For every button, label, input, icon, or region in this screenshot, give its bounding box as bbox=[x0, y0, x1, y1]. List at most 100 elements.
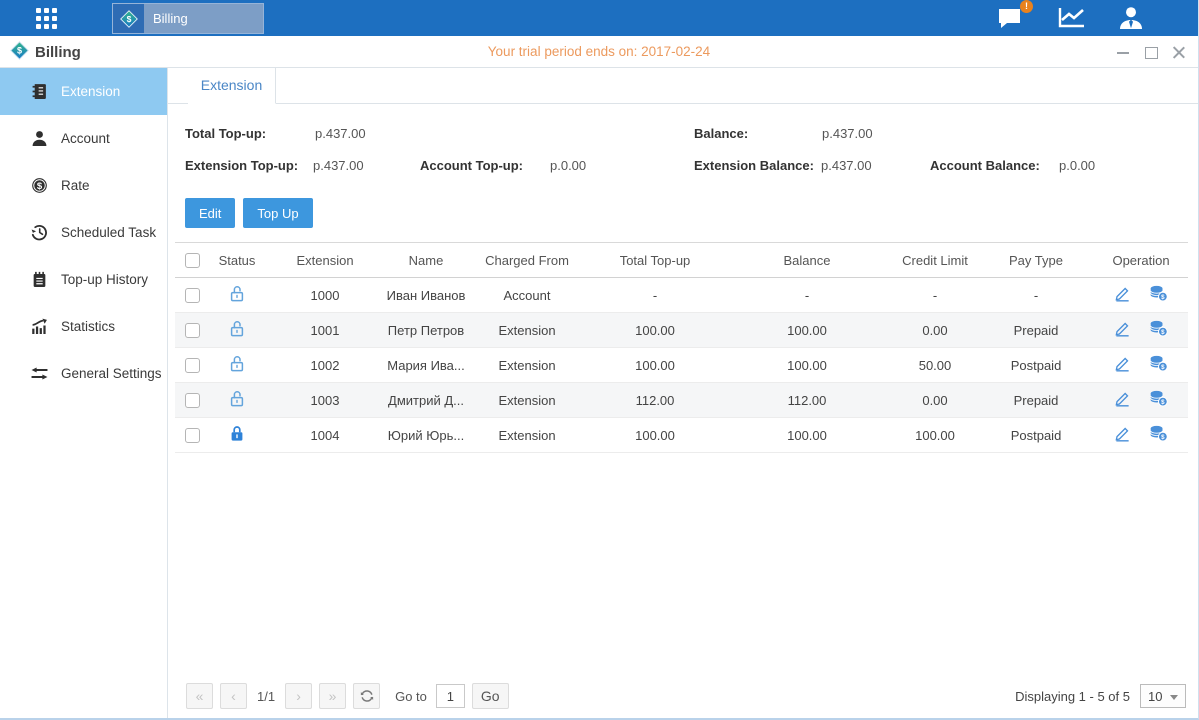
cell-name: Иван Иванов bbox=[386, 278, 466, 313]
row-checkbox[interactable] bbox=[185, 428, 200, 443]
taskbar-billing-tab[interactable]: $ Billing bbox=[112, 3, 264, 34]
select-all-checkbox[interactable] bbox=[185, 253, 200, 268]
cell-charged-from: Extension bbox=[466, 348, 588, 383]
cell-name: Петр Петров bbox=[386, 313, 466, 348]
goto-page-input[interactable] bbox=[436, 684, 465, 708]
lock-status-icon[interactable] bbox=[229, 320, 245, 337]
edit-row-icon[interactable] bbox=[1114, 425, 1131, 445]
cell-pay-type: Prepaid bbox=[978, 383, 1094, 418]
scheduled-task-icon bbox=[31, 224, 48, 241]
statistics-icon bbox=[31, 318, 48, 335]
edit-row-icon[interactable] bbox=[1114, 285, 1131, 305]
reports-icon[interactable] bbox=[1055, 4, 1089, 32]
top-up-row-icon[interactable]: $ bbox=[1149, 320, 1168, 340]
pagination-bar: « ‹ 1/1 › » Go to Go Displaying 1 - 5 of… bbox=[186, 682, 1186, 710]
apps-grid-icon[interactable] bbox=[36, 8, 66, 29]
prev-page-button[interactable]: ‹ bbox=[220, 683, 247, 709]
cell-credit-limit: - bbox=[892, 278, 978, 313]
top-up-row-icon[interactable]: $ bbox=[1149, 390, 1168, 410]
minimize-button[interactable] bbox=[1116, 45, 1130, 59]
trial-notice: Your trial period ends on: 2017-02-24 bbox=[0, 36, 1198, 68]
edit-button[interactable]: Edit bbox=[185, 198, 235, 228]
row-checkbox[interactable] bbox=[185, 323, 200, 338]
cell-credit-limit: 0.00 bbox=[892, 313, 978, 348]
first-page-button[interactable]: « bbox=[186, 683, 213, 709]
sidebar-item-account[interactable]: Account bbox=[0, 115, 167, 162]
sidebar-item-label: Statistics bbox=[61, 319, 115, 334]
row-checkbox[interactable] bbox=[185, 288, 200, 303]
sidebar-item-statistics[interactable]: Statistics bbox=[0, 303, 167, 350]
svg-text:$: $ bbox=[37, 181, 43, 192]
top-up-button[interactable]: Top Up bbox=[243, 198, 312, 228]
col-status: Status bbox=[210, 243, 264, 278]
cell-charged-from: Account bbox=[466, 278, 588, 313]
top-up-row-icon[interactable]: $ bbox=[1149, 425, 1168, 445]
svg-text:$: $ bbox=[1161, 399, 1165, 406]
table-row: 1003 Дмитрий Д... Extension 112.00 112.0… bbox=[175, 383, 1188, 418]
cell-extension: 1002 bbox=[264, 348, 386, 383]
account-topup-label: Account Top-up: bbox=[420, 158, 523, 173]
window-titlebar: $ Billing Your trial period ends on: 201… bbox=[0, 36, 1198, 68]
go-button[interactable]: Go bbox=[472, 683, 509, 709]
svg-text:$: $ bbox=[1161, 434, 1165, 441]
lock-status-icon[interactable] bbox=[229, 355, 245, 372]
account-icon bbox=[31, 130, 48, 147]
svg-text:$: $ bbox=[1161, 329, 1165, 336]
sidebar-item-topup-history[interactable]: Top-up History bbox=[0, 256, 167, 303]
page-indicator: 1/1 bbox=[257, 689, 275, 704]
col-credit-limit: Credit Limit bbox=[892, 243, 978, 278]
cell-extension: 1001 bbox=[264, 313, 386, 348]
page-size-select[interactable]: 10 bbox=[1140, 684, 1186, 708]
account-topup-value: p.0.00 bbox=[550, 158, 586, 173]
extensions-table: Status Extension Name Charged From Total… bbox=[175, 242, 1188, 453]
taskbar-tab-label: Billing bbox=[144, 11, 214, 26]
row-checkbox[interactable] bbox=[185, 358, 200, 373]
cell-name: Юрий Юрь... bbox=[386, 418, 466, 453]
tab-extension[interactable]: Extension bbox=[188, 68, 276, 104]
svg-text:$: $ bbox=[1161, 294, 1165, 301]
cell-total-topup: 100.00 bbox=[588, 418, 722, 453]
sidebar-item-label: Rate bbox=[61, 178, 90, 193]
cell-name: Мария Ива... bbox=[386, 348, 466, 383]
balance-value: p.437.00 bbox=[822, 126, 873, 141]
top-up-row-icon[interactable]: $ bbox=[1149, 355, 1168, 375]
lock-status-icon[interactable] bbox=[229, 425, 245, 442]
sidebar-item-extension[interactable]: Extension bbox=[0, 68, 167, 115]
lock-status-icon[interactable] bbox=[229, 285, 245, 302]
last-page-button[interactable]: » bbox=[319, 683, 346, 709]
row-checkbox[interactable] bbox=[185, 393, 200, 408]
maximize-button[interactable] bbox=[1144, 45, 1158, 59]
lock-status-icon[interactable] bbox=[229, 390, 245, 407]
extension-balance-label: Extension Balance: bbox=[694, 158, 814, 173]
cell-pay-type: Postpaid bbox=[978, 348, 1094, 383]
svg-text:$: $ bbox=[126, 14, 131, 24]
sidebar-item-label: General Settings bbox=[61, 366, 162, 381]
cell-credit-limit: 0.00 bbox=[892, 383, 978, 418]
extension-balance-value: p.437.00 bbox=[821, 158, 872, 173]
cell-extension: 1000 bbox=[264, 278, 386, 313]
top-up-row-icon[interactable]: $ bbox=[1149, 285, 1168, 305]
edit-row-icon[interactable] bbox=[1114, 390, 1131, 410]
goto-label: Go to bbox=[395, 689, 427, 704]
next-page-button[interactable]: › bbox=[285, 683, 312, 709]
sidebar-item-rate[interactable]: $ Rate bbox=[0, 162, 167, 209]
balance-label: Balance: bbox=[694, 126, 748, 141]
page-size-value: 10 bbox=[1148, 689, 1162, 704]
sidebar-item-general-settings[interactable]: General Settings bbox=[0, 350, 167, 397]
refresh-button[interactable] bbox=[353, 683, 380, 709]
cell-name: Дмитрий Д... bbox=[386, 383, 466, 418]
close-button[interactable] bbox=[1172, 45, 1186, 59]
col-charged-from: Charged From bbox=[466, 243, 588, 278]
user-account-icon[interactable] bbox=[1114, 4, 1148, 32]
main-content: Extension Total Top-up: p.437.00 Balance… bbox=[168, 68, 1198, 718]
account-balance-value: p.0.00 bbox=[1059, 158, 1095, 173]
sidebar-item-scheduled-task[interactable]: Scheduled Task bbox=[0, 209, 167, 256]
cell-balance: 100.00 bbox=[722, 418, 892, 453]
messages-icon[interactable]: ! bbox=[993, 4, 1027, 32]
total-topup-label: Total Top-up: bbox=[185, 126, 266, 141]
cell-total-topup: 100.00 bbox=[588, 348, 722, 383]
edit-row-icon[interactable] bbox=[1114, 320, 1131, 340]
sidebar-item-label: Account bbox=[61, 131, 110, 146]
cell-balance: - bbox=[722, 278, 892, 313]
edit-row-icon[interactable] bbox=[1114, 355, 1131, 375]
